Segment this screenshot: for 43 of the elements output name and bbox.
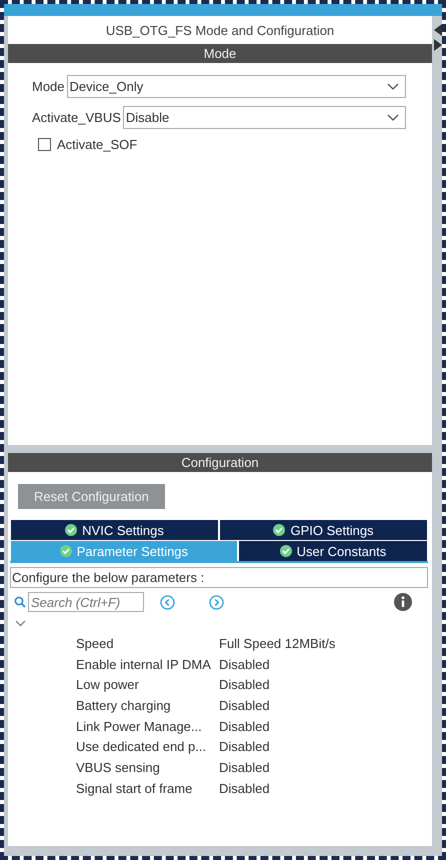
chevron-down-icon [387,114,399,121]
arrow-left-icon[interactable] [434,24,442,36]
parameter-name: Low power [76,677,140,692]
parameter-name: Use dedicated end p... [76,739,208,754]
panel-title: USB_OTG_FS Mode and Configuration [104,22,336,40]
tab[interactable]: User Constants [238,540,428,561]
next-icon[interactable] [209,594,224,610]
parameter-name: VBUS sensing [76,760,161,775]
section-header: Configuration [8,453,432,472]
check-circle-icon [273,524,286,536]
chevron-down-icon[interactable] [15,620,26,627]
check-circle-icon [280,545,292,557]
parameter-value: Disabled [219,718,270,734]
parameter-value: Disabled [219,698,270,713]
info-icon[interactable] [394,593,412,611]
parameter-value: Disabled [219,739,270,754]
parameter-name: Battery charging [76,698,172,713]
check-circle-icon [65,524,78,536]
parameter-name: Speed [76,636,115,651]
section-header: Mode [8,44,432,63]
parameter-value: Disabled [219,780,270,796]
field-label: Activate_VBUS [32,110,121,125]
dropdown[interactable]: Disable [122,106,406,129]
tab[interactable]: NVIC Settings [10,519,219,540]
parameter-name: Enable internal IP DMA [76,656,212,672]
parameter-value: Disabled [219,677,270,692]
arrow-right-icon[interactable] [434,39,442,51]
parameter-value: Full Speed 12MBit/s [219,636,336,651]
search-icon [14,596,26,608]
field-label: Mode [32,79,65,94]
chevron-down-icon [387,83,399,90]
parameter-value: Disabled [219,760,270,775]
search-field[interactable]: Search (Ctrl+F) [28,592,144,612]
dropdown[interactable]: Device_Only [66,75,406,98]
parameter-value: Disabled [219,656,270,672]
previous-icon[interactable] [160,594,175,610]
parameter-name: Link Power Manage... [76,718,203,734]
tab[interactable]: GPIO Settings [219,519,428,540]
parameter-name: Signal start of frame [76,780,194,796]
check-circle-icon [60,545,72,557]
checkbox-label: Activate_SOF [57,137,138,152]
description-text: Configure the below parameters : [10,567,428,588]
checkbox[interactable] [38,138,51,151]
